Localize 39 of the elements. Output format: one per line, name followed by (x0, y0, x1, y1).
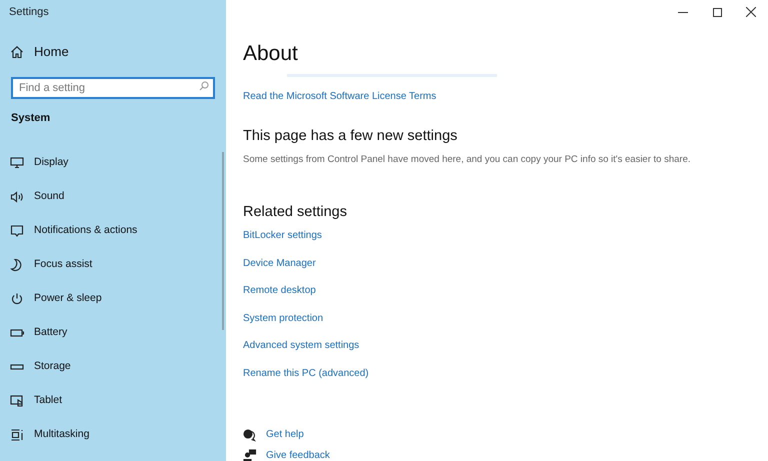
section-heading: Related settings (243, 202, 347, 222)
display-icon (10, 156, 24, 170)
multitasking-icon (10, 428, 24, 442)
help-link[interactable]: Give feedback (266, 448, 330, 461)
search-field[interactable]: Find a setting (11, 76, 215, 98)
nav-item[interactable]: Battery (10, 316, 68, 350)
settings-link[interactable]: Device Manager (243, 256, 316, 284)
help-link[interactable]: Get help (266, 427, 304, 442)
home-item[interactable]: Home (10, 42, 69, 62)
nav-item[interactable]: Power & sleep (10, 282, 102, 316)
home-icon (10, 44, 24, 59)
maximize-icon (712, 8, 722, 16)
section-heading: This page has a few new settings (243, 126, 458, 146)
chat-bubble-icon (243, 428, 257, 442)
settings-link[interactable]: Remote desktop (243, 284, 316, 312)
settings-link[interactable]: Rename this PC (advanced) (243, 366, 369, 394)
close-icon (746, 7, 756, 17)
nav-item[interactable]: Notifications & actions (10, 214, 138, 248)
nav-item[interactable]: Focus assist (10, 248, 92, 282)
nav-item[interactable]: Multitasking (10, 418, 90, 452)
search-icon (199, 80, 209, 90)
sound-icon (10, 190, 24, 204)
page-title: About (243, 41, 298, 67)
nav-item[interactable]: Storage (10, 350, 71, 384)
tablet-icon (10, 394, 24, 408)
nav-item[interactable]: Tablet (10, 384, 62, 418)
notifications-icon (10, 224, 24, 238)
window-title: Settings (9, 5, 49, 20)
section-heading: System (11, 110, 50, 126)
nav-item[interactable]: Sound (10, 180, 64, 214)
settings-link[interactable]: BitLocker settings (243, 229, 322, 257)
description-text: Some settings from Control Panel have moved here, and you can copy your PC info so it's easier to share. (243, 153, 690, 168)
settings-link[interactable]: System protection (243, 312, 324, 340)
nav-item[interactable]: Display (10, 146, 68, 180)
power-icon (10, 292, 24, 306)
moon-icon (10, 258, 24, 272)
settings-link[interactable]: Advanced system settings (243, 339, 360, 367)
license-link[interactable]: Read the Microsoft Software License Terms (243, 88, 436, 104)
person-icon (243, 448, 257, 461)
